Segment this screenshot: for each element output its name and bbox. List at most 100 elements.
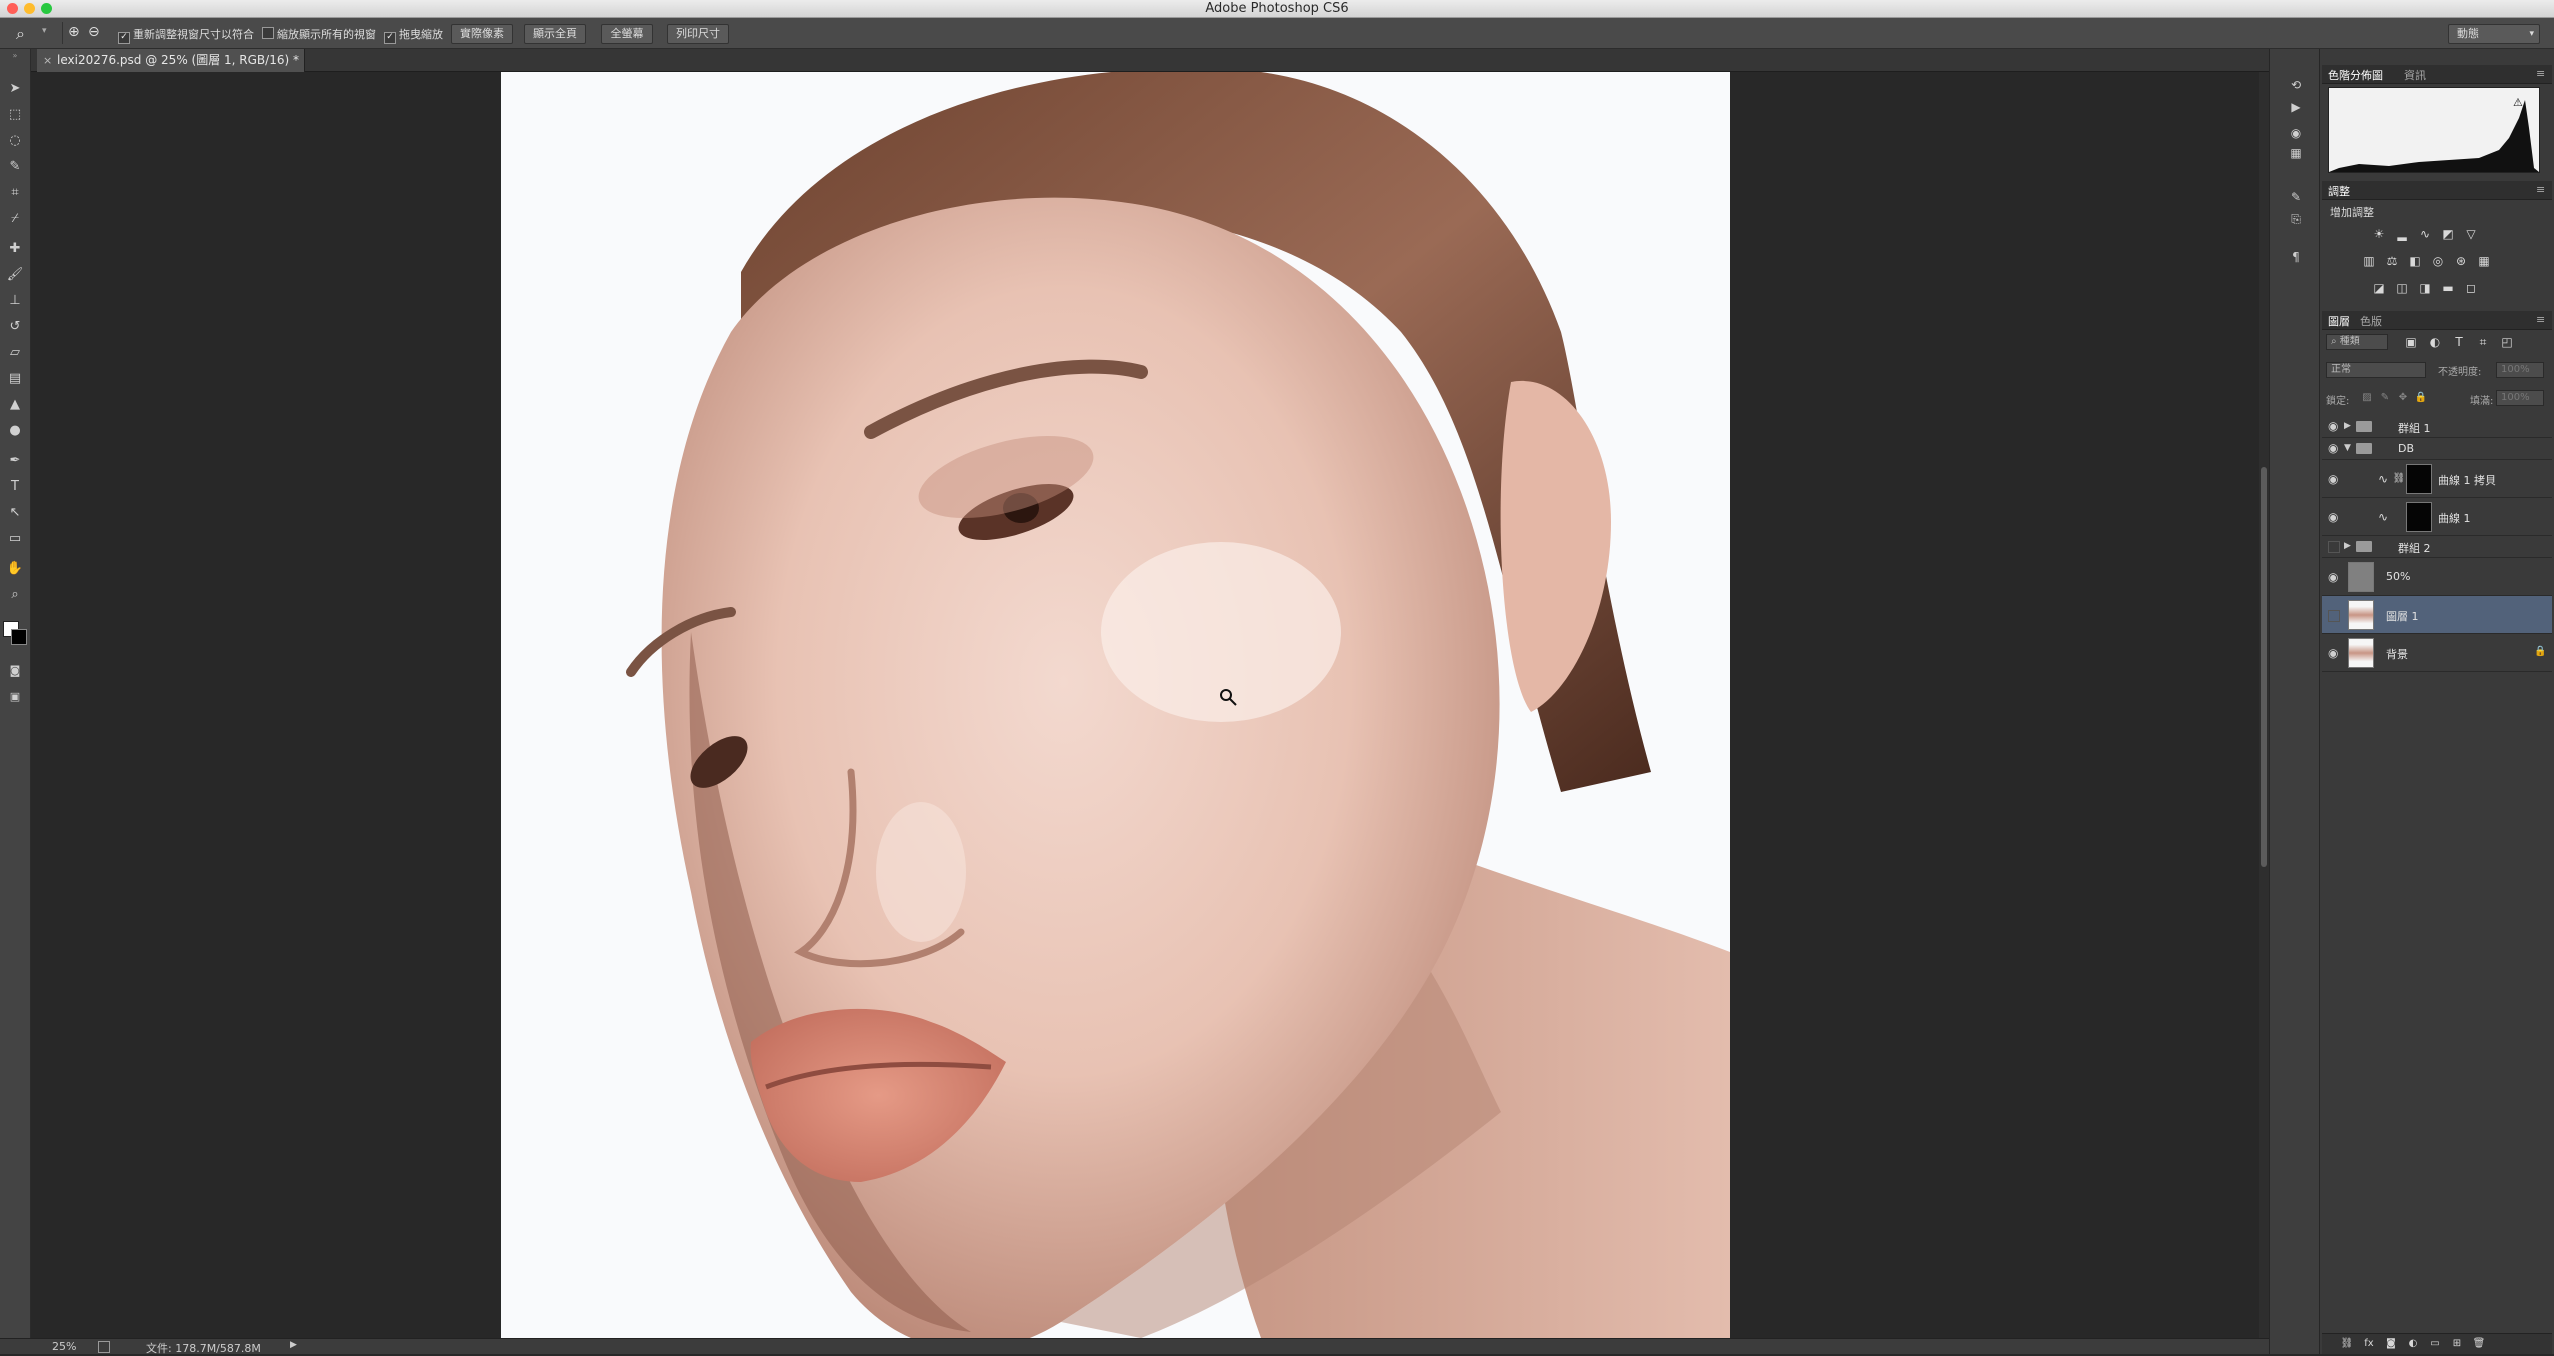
zoom-all-windows-checkbox[interactable]: 縮放顯示所有的視窗 <box>262 26 376 42</box>
layer-row-curves-copy[interactable]: ◉ ∿ ⛓ 曲線 1 拷貝 <box>2322 460 2552 498</box>
fill-screen-button[interactable]: 全螢幕 <box>601 24 653 44</box>
tab-layers[interactable]: 圖層 <box>2328 313 2350 329</box>
selective-color-icon[interactable]: ◻ <box>2464 281 2478 295</box>
blend-mode-select[interactable]: 正常 <box>2326 362 2426 378</box>
type-tool-icon[interactable]: T <box>4 477 26 497</box>
black-white-icon[interactable]: ◧ <box>2408 254 2422 268</box>
lasso-tool-icon[interactable]: ◌ <box>4 131 26 151</box>
filter-smart-object-icon[interactable]: ◰ <box>2500 335 2514 349</box>
document-tab[interactable]: × lexi20276.psd @ 25% (圖層 1, RGB/16) * <box>37 49 305 72</box>
print-size-button[interactable]: 列印尺寸 <box>667 24 729 44</box>
channel-mixer-icon[interactable]: ⊛ <box>2454 254 2468 268</box>
status-menu-arrow-icon[interactable]: ▶ <box>290 1340 297 1350</box>
panel-menu-icon[interactable]: ≡ <box>2536 183 2545 196</box>
paragraph-panel-icon[interactable]: ¶ <box>2287 249 2305 265</box>
fit-screen-button[interactable]: 顯示全頁 <box>524 24 586 44</box>
brush-tool-icon[interactable]: 🖌 <box>4 265 26 285</box>
vibrance-icon[interactable]: ▽ <box>2464 227 2478 241</box>
visibility-toggle-off[interactable] <box>2328 541 2340 553</box>
visibility-eye-icon[interactable]: ◉ <box>2328 472 2338 486</box>
trash-icon[interactable]: 🗑 <box>2472 1337 2486 1351</box>
layer-mask-thumbnail[interactable] <box>2406 464 2432 494</box>
fill-input[interactable]: 100% <box>2496 390 2544 406</box>
gradient-map-icon[interactable]: ▬ <box>2441 281 2455 295</box>
quick-selection-tool-icon[interactable]: ✎ <box>4 157 26 177</box>
tab-info[interactable]: 資訊 <box>2404 67 2426 83</box>
layer-filter-kind-select[interactable]: ⌕ 種類 <box>2326 334 2388 350</box>
color-balance-icon[interactable]: ⚖ <box>2385 254 2399 268</box>
actual-pixels-button[interactable]: 實際像素 <box>451 24 513 44</box>
color-lookup-icon[interactable]: ▦ <box>2477 254 2491 268</box>
gradient-tool-icon[interactable]: ▤ <box>4 369 26 389</box>
hue-saturation-icon[interactable]: ▥ <box>2362 254 2376 268</box>
layer-row-layer-1-selected[interactable]: 圖層 1 <box>2322 596 2552 634</box>
layer-row-curves[interactable]: ◉ ∿ 曲線 1 <box>2322 498 2552 536</box>
visibility-eye-icon[interactable]: ◉ <box>2328 510 2338 524</box>
clone-source-panel-icon[interactable]: ⎘ <box>2287 211 2305 227</box>
clone-stamp-tool-icon[interactable]: ⊥ <box>4 291 26 311</box>
collapsed-arrow-icon[interactable]: ▶ <box>2344 421 2351 431</box>
collapse-toolbox-icon[interactable]: » <box>4 51 26 61</box>
screen-mode-icon[interactable]: ▣ <box>4 687 26 707</box>
shape-tool-icon[interactable]: ▭ <box>4 529 26 549</box>
proof-icon[interactable] <box>98 1341 110 1353</box>
brush-panel-icon[interactable]: ✎ <box>2287 189 2305 205</box>
lock-position-icon[interactable]: ✥ <box>2396 391 2410 405</box>
zoom-tool-icon[interactable]: ⌕ <box>4 585 26 605</box>
threshold-icon[interactable]: ◨ <box>2418 281 2432 295</box>
lock-image-icon[interactable]: ✎ <box>2378 391 2392 405</box>
invert-icon[interactable]: ◪ <box>2372 281 2386 295</box>
quick-mask-icon[interactable]: ◙ <box>4 661 26 681</box>
layer-row-group-db[interactable]: ◉ ▼ DB <box>2322 438 2552 460</box>
zoom-icon[interactable]: ⌕ <box>16 24 25 44</box>
link-layers-icon[interactable]: ⛓ <box>2340 1337 2354 1351</box>
background-color-swatch[interactable] <box>11 629 27 645</box>
scrollbar-thumb[interactable] <box>2261 467 2267 867</box>
move-tool-icon[interactable]: ➤ <box>4 79 26 99</box>
filter-pixel-icon[interactable]: ▣ <box>2404 335 2418 349</box>
new-adjustment-layer-icon[interactable]: ◐ <box>2406 1337 2420 1351</box>
add-mask-icon[interactable]: ◙ <box>2384 1337 2398 1351</box>
filter-type-icon[interactable]: T <box>2452 335 2466 349</box>
visibility-eye-icon[interactable]: ◉ <box>2328 419 2338 433</box>
brightness-contrast-icon[interactable]: ☀ <box>2372 227 2386 241</box>
panel-menu-icon[interactable]: ≡ <box>2536 67 2545 80</box>
layer-row-50[interactable]: ◉ 50% <box>2322 558 2552 596</box>
dodge-tool-icon[interactable]: ● <box>4 421 26 441</box>
eraser-tool-icon[interactable]: ▱ <box>4 343 26 363</box>
path-selection-tool-icon[interactable]: ↖ <box>4 503 26 523</box>
visibility-eye-icon[interactable]: ◉ <box>2328 441 2338 455</box>
healing-brush-tool-icon[interactable]: ✚ <box>4 239 26 259</box>
lock-transparent-icon[interactable]: ▨ <box>2360 391 2374 405</box>
layer-row-background[interactable]: ◉ 背景 🔒 <box>2322 634 2552 672</box>
photo-filter-icon[interactable]: ◎ <box>2431 254 2445 268</box>
visibility-eye-icon[interactable]: ◉ <box>2328 570 2338 584</box>
actions-panel-icon[interactable]: ▶ <box>2287 99 2305 115</box>
visibility-toggle-off[interactable] <box>2328 610 2340 622</box>
document-canvas-image[interactable] <box>501 72 1730 1338</box>
swatches-panel-icon[interactable]: ◉ <box>2287 125 2305 141</box>
history-brush-tool-icon[interactable]: ↺ <box>4 317 26 337</box>
layer-mask-thumbnail[interactable] <box>2406 502 2432 532</box>
hand-tool-icon[interactable]: ✋ <box>4 559 26 579</box>
visibility-eye-icon[interactable]: ◉ <box>2328 646 2338 660</box>
curves-icon[interactable]: ∿ <box>2418 227 2432 241</box>
pen-tool-icon[interactable]: ✒ <box>4 451 26 471</box>
layer-row-group-1[interactable]: ◉ ▶ 群組 1 <box>2322 416 2552 438</box>
eyedropper-tool-icon[interactable]: ⌿ <box>4 209 26 229</box>
layer-thumbnail[interactable] <box>2348 600 2374 630</box>
panel-menu-icon[interactable]: ≡ <box>2536 313 2545 326</box>
fx-icon[interactable]: fx <box>2362 1337 2376 1351</box>
close-tab-icon[interactable]: × <box>43 49 52 72</box>
canvas-area[interactable] <box>31 72 2269 1338</box>
opacity-input[interactable]: 100% <box>2496 362 2544 378</box>
histogram-warning-icon[interactable]: ⚠ <box>2513 96 2523 109</box>
zoom-level[interactable]: 25% <box>52 1340 76 1353</box>
zoom-out-icon[interactable]: ⊖ <box>88 24 100 40</box>
zoom-in-icon[interactable]: ⊕ <box>68 24 80 40</box>
canvas-vertical-scrollbar[interactable] <box>2259 72 2269 1338</box>
levels-icon[interactable]: ▂ <box>2395 227 2409 241</box>
layer-row-group-2[interactable]: ▶ 群組 2 <box>2322 536 2552 558</box>
layer-thumbnail[interactable] <box>2348 562 2374 592</box>
history-panel-icon[interactable]: ⟲ <box>2287 77 2305 93</box>
